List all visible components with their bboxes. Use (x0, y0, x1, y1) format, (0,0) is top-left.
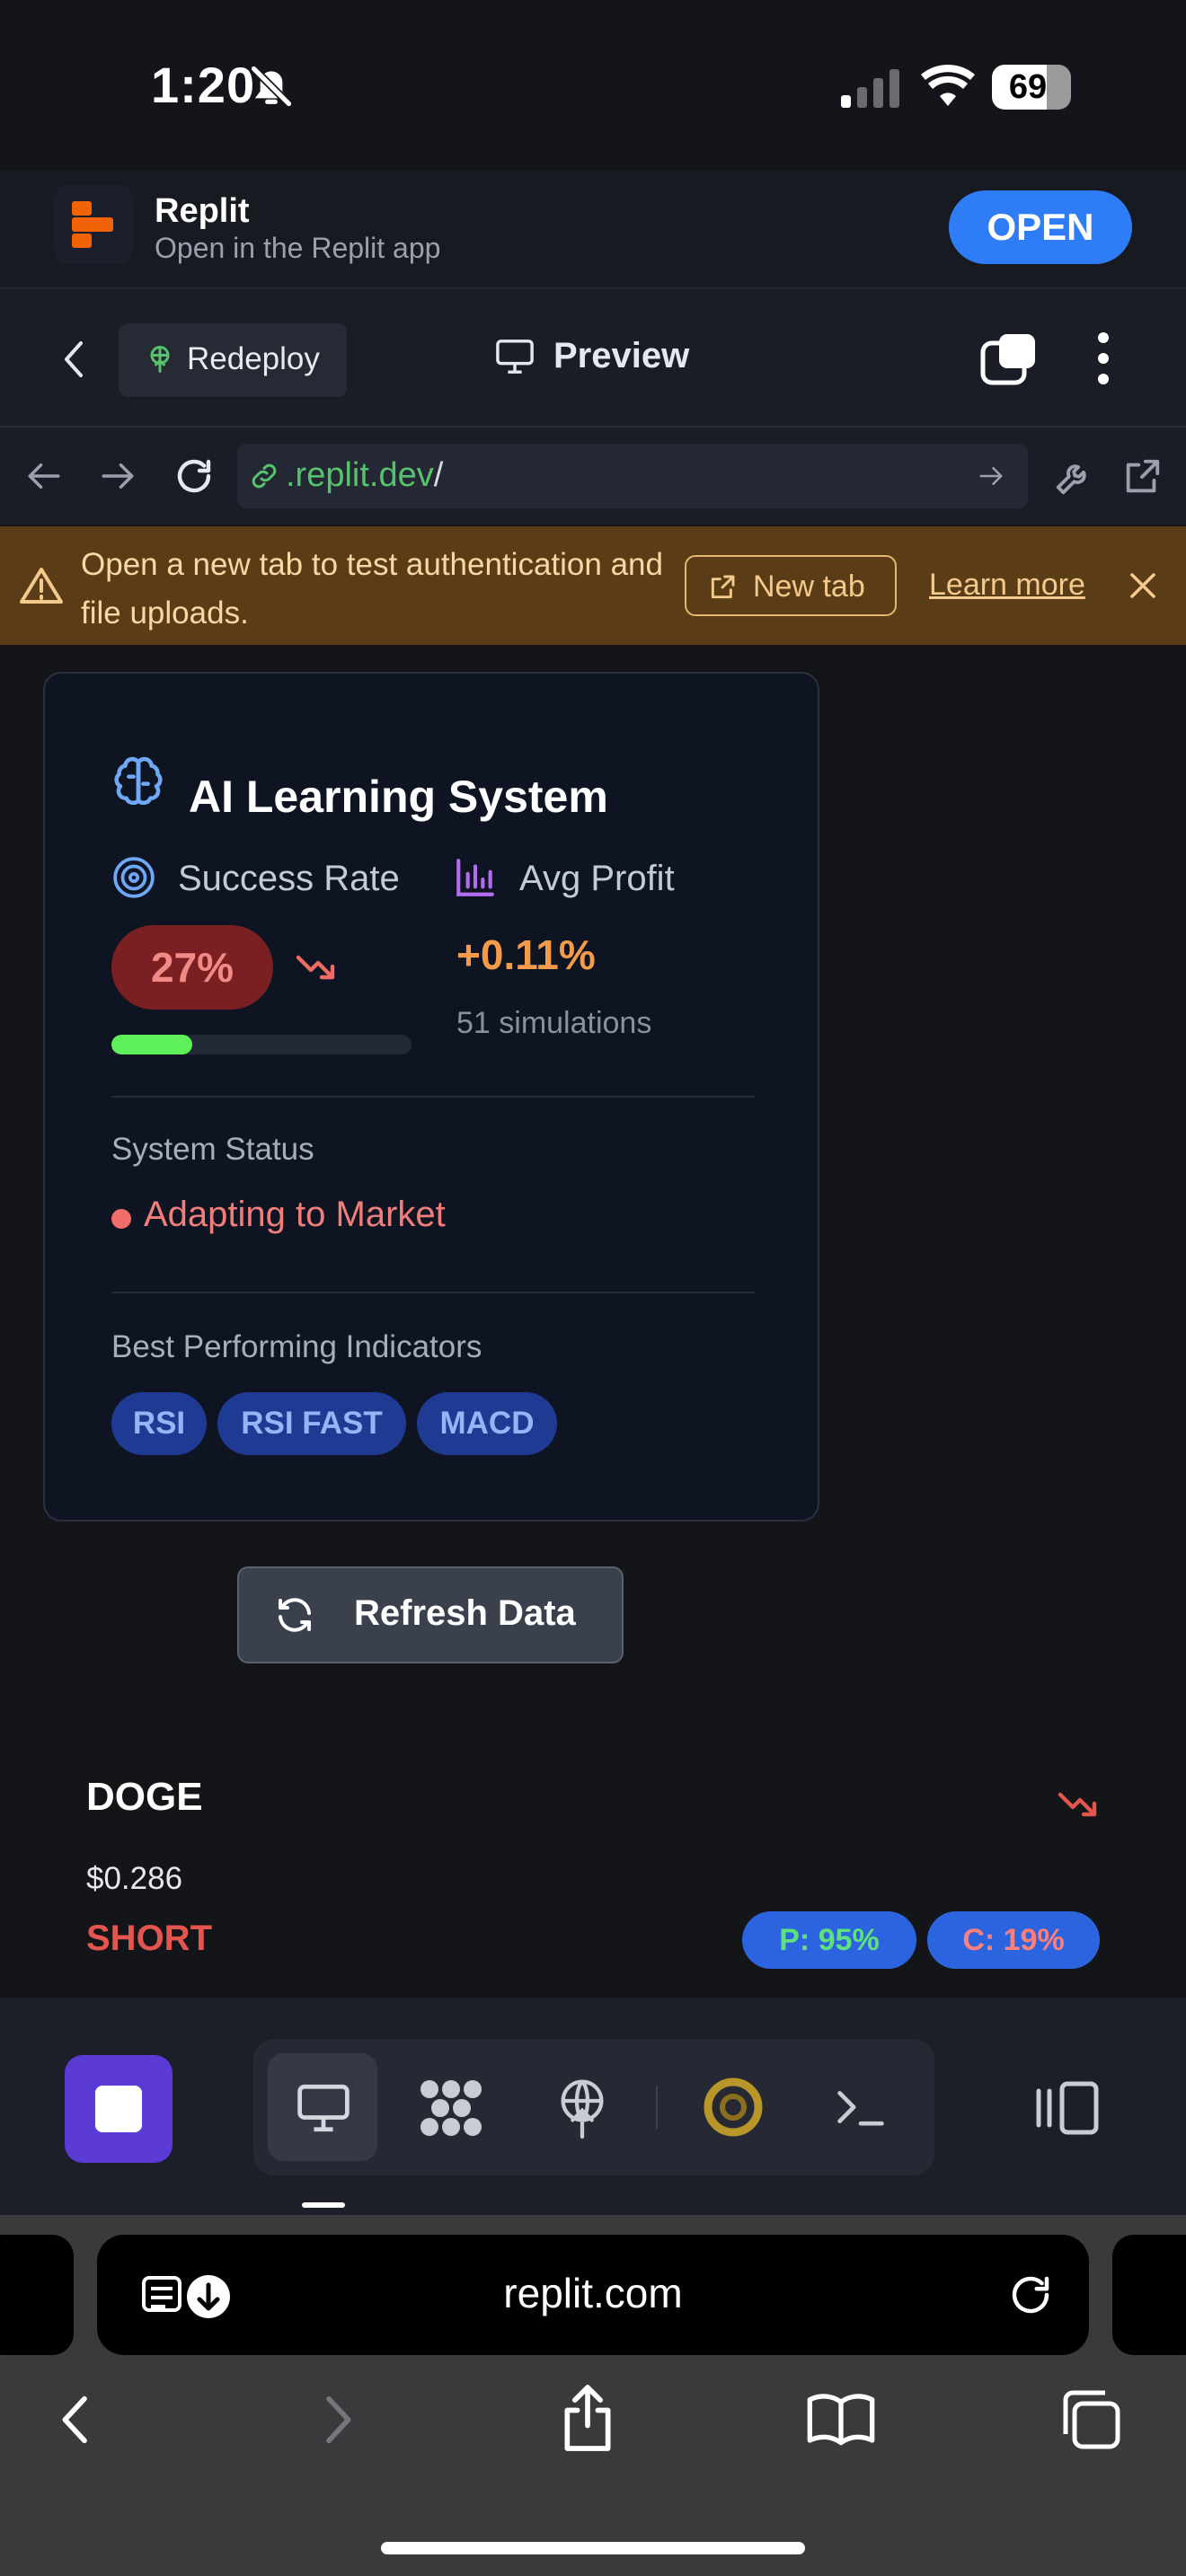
app-banner: Replit Open in the Replit app OPEN (0, 171, 1186, 289)
brain-icon (110, 753, 167, 810)
trending-down-icon (295, 948, 338, 984)
success-progress-bar (111, 1035, 412, 1054)
previous-tab-card[interactable] (0, 2235, 74, 2355)
ai-learning-card: AI Learning System Success Rate Avg Prof… (43, 672, 819, 1522)
assistant-icon[interactable] (703, 2077, 764, 2138)
wifi-icon (920, 63, 976, 108)
deploy-icon (144, 343, 176, 375)
new-tab-button[interactable]: New tab (685, 555, 897, 616)
app-name: Replit (155, 192, 250, 230)
url-input[interactable]: .replit.dev/ (237, 444, 1028, 508)
redeploy-label: Redeploy (187, 341, 320, 376)
url-path: / (433, 456, 444, 494)
trade-side: SHORT (86, 1919, 212, 1958)
safari-bottom-bar: replit.com (0, 2215, 1186, 2576)
divider (111, 1292, 755, 1293)
open-app-button[interactable]: OPEN (949, 190, 1132, 264)
simulation-count: 51 simulations (456, 1006, 652, 1040)
app-subtitle: Open in the Replit app (155, 232, 441, 264)
next-tab-card[interactable] (1112, 2235, 1186, 2355)
battery-level: 69 (1008, 68, 1048, 106)
indicator-chip: RSI FAST (217, 1392, 406, 1455)
probability-chip: P: 95% (742, 1911, 916, 1969)
status-bar: 1:20 69 (0, 0, 1186, 171)
reload-icon[interactable] (1006, 2271, 1055, 2319)
target-icon (111, 855, 156, 900)
battery-icon: 69 (992, 65, 1071, 110)
success-progress-fill (111, 1035, 193, 1054)
preview-label: Preview (553, 336, 690, 375)
redeploy-button[interactable]: Redeploy (119, 323, 347, 397)
refresh-label: Refresh Data (354, 1593, 576, 1633)
reload-icon[interactable] (173, 454, 216, 498)
avg-profit-value: +0.11% (456, 931, 596, 978)
tool-group (253, 2039, 934, 2175)
avg-profit-label: Avg Profit (519, 859, 675, 898)
warning-message: Open a new tab to test authentication an… (81, 547, 663, 631)
learn-more-link[interactable]: Learn more (929, 568, 1085, 603)
forward-chevron-icon[interactable] (320, 2391, 356, 2448)
warning-icon (20, 566, 63, 605)
back-chevron-icon[interactable] (58, 2391, 93, 2448)
trending-down-icon (1057, 1786, 1100, 1822)
external-link-icon (708, 573, 737, 602)
bar-chart-icon (453, 855, 498, 900)
home-indicator (381, 2542, 805, 2554)
active-tab-indicator (302, 2202, 345, 2208)
status-time: 1:20 (151, 57, 256, 113)
link-icon (248, 460, 280, 492)
url-text: .replit.dev/ (286, 456, 443, 495)
monitor-icon (494, 338, 535, 375)
nav-back-icon[interactable] (25, 460, 63, 492)
share-icon[interactable] (557, 2382, 618, 2454)
replit-logo (54, 185, 133, 264)
indicators-label: Best Performing Indicators (111, 1329, 482, 1364)
address-text: replit.com (503, 2270, 683, 2316)
terminal-icon[interactable] (832, 2084, 890, 2130)
replit-tool-bar (0, 1998, 1186, 2215)
refresh-icon (273, 1593, 316, 1636)
more-options-icon[interactable] (1094, 331, 1112, 386)
stop-button[interactable] (65, 2055, 173, 2163)
workspace-toolbar: Redeploy Preview (0, 289, 1186, 428)
bell-slash-icon (248, 63, 295, 110)
status-dot (111, 1209, 131, 1229)
tabs-icon[interactable] (1058, 2387, 1123, 2452)
back-chevron-icon[interactable] (58, 338, 93, 381)
tabs-icon[interactable] (979, 331, 1039, 386)
go-arrow-icon[interactable] (978, 463, 1005, 489)
address-bar[interactable]: replit.com (97, 2235, 1089, 2355)
confidence-chip: C: 19% (927, 1911, 1100, 1969)
success-rate-label: Success Rate (178, 859, 400, 898)
bookmarks-icon[interactable] (805, 2389, 877, 2448)
success-rate-value: 27% (111, 925, 273, 1010)
monitor-icon (295, 2082, 352, 2134)
warning-banner: Open a new tab to test authentication an… (0, 526, 1186, 645)
system-status-value: Adapting to Market (144, 1195, 446, 1234)
preview-tool-button[interactable] (268, 2053, 377, 2161)
nav-forward-icon[interactable] (99, 460, 137, 492)
indicator-chip: RSI (111, 1392, 207, 1455)
close-icon[interactable] (1127, 569, 1159, 602)
wrench-icon[interactable] (1053, 456, 1094, 498)
indicator-chip: MACD (417, 1392, 557, 1455)
card-title: AI Learning System (189, 772, 608, 822)
signal-icon (839, 68, 902, 108)
divider (656, 2086, 658, 2129)
split-view-icon[interactable] (1033, 2080, 1102, 2136)
external-link-icon[interactable] (1121, 456, 1163, 498)
url-domain: .replit.dev (286, 456, 434, 494)
dots-grid-icon[interactable] (419, 2078, 483, 2138)
app-preview-content: AI Learning System Success Rate Avg Prof… (0, 645, 1186, 1998)
trade-symbol: DOGE (86, 1775, 203, 1819)
preview-url-bar: .replit.dev/ (0, 428, 1186, 525)
stop-icon (95, 2086, 142, 2132)
divider (111, 1096, 755, 1098)
deploy-icon[interactable] (553, 2077, 611, 2139)
new-tab-label: New tab (753, 569, 865, 604)
refresh-data-button[interactable]: Refresh Data (237, 1566, 624, 1663)
system-status-label: System Status (111, 1132, 314, 1167)
trade-price: $0.286 (86, 1861, 183, 1896)
